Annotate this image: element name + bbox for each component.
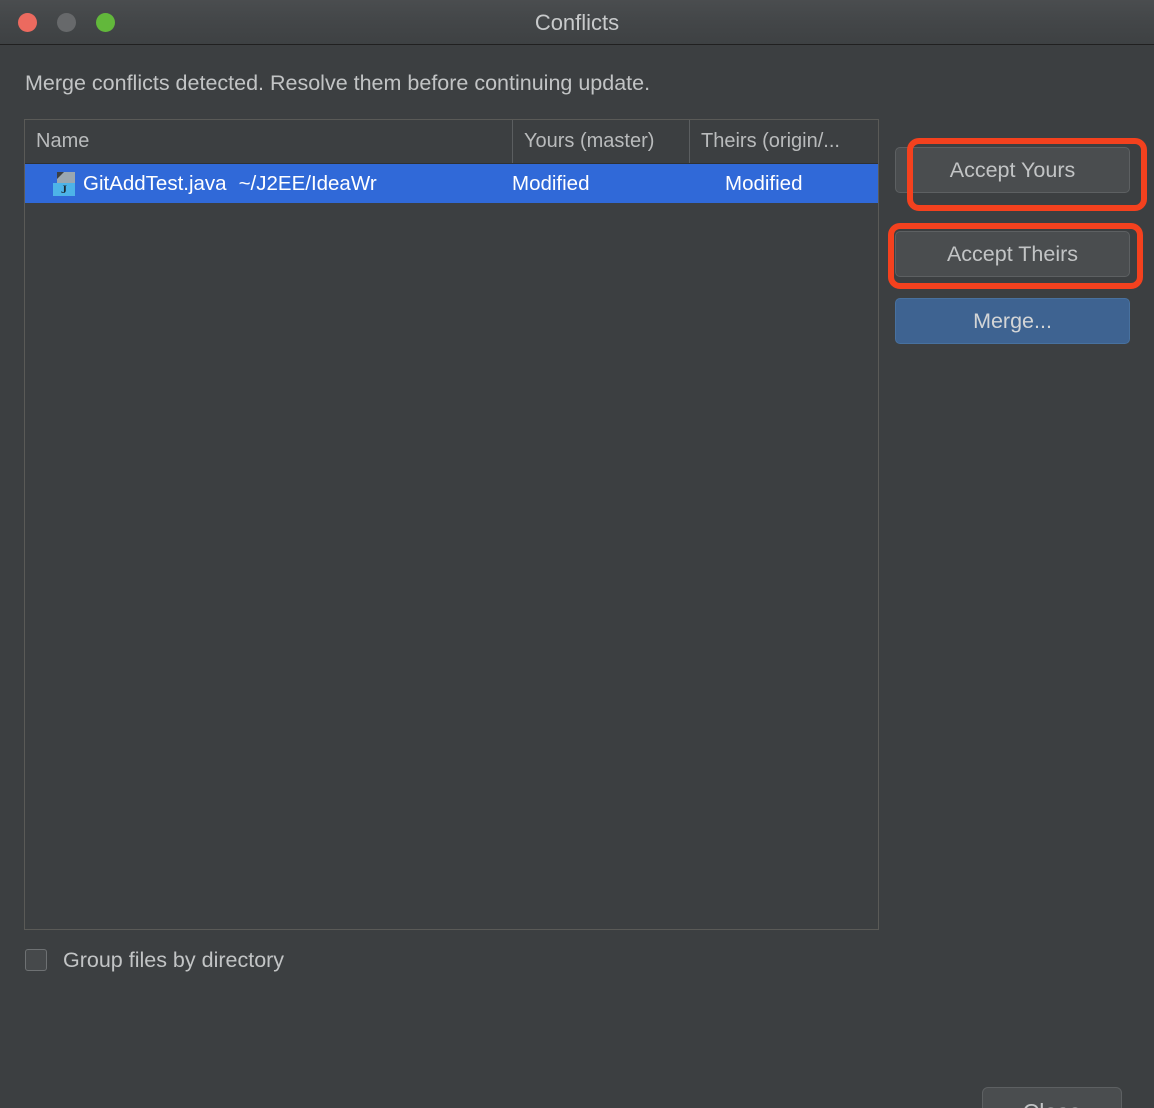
dialog-content: Merge conflicts detected. Resolve them b… bbox=[0, 45, 1154, 1108]
conflicts-dialog: Conflicts Merge conflicts detected. Reso… bbox=[0, 0, 1154, 1108]
table-row[interactable]: J GitAddTest.java ~/J2EE/IdeaWr Modified … bbox=[25, 164, 878, 203]
file-name-text: GitAddTest.java bbox=[83, 172, 227, 195]
window-title: Conflicts bbox=[534, 10, 620, 35]
group-files-checkbox[interactable] bbox=[25, 949, 47, 971]
table-body: J GitAddTest.java ~/J2EE/IdeaWr Modified … bbox=[25, 164, 878, 929]
window-titlebar: Conflicts bbox=[0, 0, 1154, 45]
column-header-name[interactable]: Name bbox=[25, 120, 512, 163]
cell-file-name: GitAddTest.java ~/J2EE/IdeaWr bbox=[25, 164, 512, 203]
conflict-message: Merge conflicts detected. Resolve them b… bbox=[25, 71, 651, 95]
cell-yours-status: Modified bbox=[512, 172, 590, 195]
close-button[interactable]: Close bbox=[982, 1087, 1122, 1108]
file-path-text: ~/J2EE/IdeaWr bbox=[238, 172, 377, 195]
merge-button[interactable]: Merge... bbox=[895, 298, 1130, 344]
column-header-theirs[interactable]: Theirs (origin/... bbox=[689, 120, 878, 163]
table-header-row: Name Yours (master) Theirs (origin/... bbox=[25, 120, 878, 164]
conflicts-table: Name Yours (master) Theirs (origin/... J… bbox=[24, 119, 879, 930]
group-files-row[interactable]: Group files by directory bbox=[25, 945, 284, 975]
column-header-yours[interactable]: Yours (master) bbox=[512, 120, 689, 163]
group-files-label: Group files by directory bbox=[63, 947, 285, 972]
cell-theirs-status: Modified bbox=[725, 172, 803, 195]
accept-yours-button[interactable]: Accept Yours bbox=[895, 147, 1130, 193]
accept-theirs-button[interactable]: Accept Theirs bbox=[895, 231, 1130, 277]
